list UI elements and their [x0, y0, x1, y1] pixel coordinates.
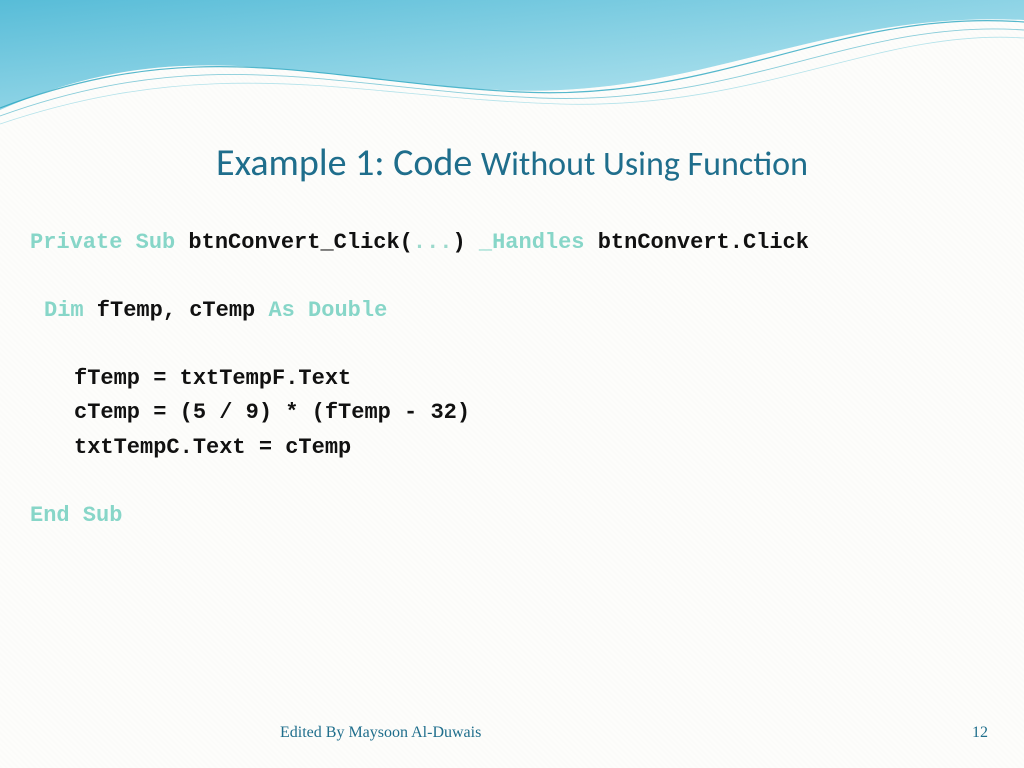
title-part1: Example 1: Code — [216, 140, 481, 186]
kw-as: As — [268, 298, 294, 323]
handles-target: btnConvert.Click — [585, 230, 809, 255]
kw-private: Private — [30, 230, 122, 255]
line-continuation: _ — [479, 230, 492, 255]
slide-footer: Edited By Maysoon Al-Duwais 12 — [0, 724, 1024, 748]
footer-credit: Edited By Maysoon Al-Duwais — [280, 724, 481, 742]
slide-title: Example 1: Code Without Using Function — [0, 140, 1024, 186]
title-part2: Without Using Function — [481, 144, 808, 185]
kw-sub: Sub — [136, 230, 176, 255]
slide-body: Example 1: Code Without Using Function P… — [0, 0, 1024, 768]
kw-double: Double — [295, 298, 387, 323]
page-number: 12 — [972, 724, 988, 742]
kw-end-sub: End Sub — [30, 503, 122, 528]
code-line-3: txtTempC.Text = cTemp — [30, 435, 351, 460]
code-line-1: fTemp = txtTempF.Text — [30, 366, 351, 391]
sig-close: ) — [452, 230, 478, 255]
code-block: Private Sub btnConvert_Click(...) _Handl… — [0, 226, 1024, 533]
sig-name: btnConvert_Click( — [175, 230, 413, 255]
sig-dots: ... — [413, 230, 453, 255]
dim-vars: fTemp, cTemp — [84, 298, 269, 323]
code-line-2: cTemp = (5 / 9) * (fTemp - 32) — [30, 400, 470, 425]
kw-handles: Handles — [492, 230, 584, 255]
kw-dim: Dim — [44, 298, 84, 323]
